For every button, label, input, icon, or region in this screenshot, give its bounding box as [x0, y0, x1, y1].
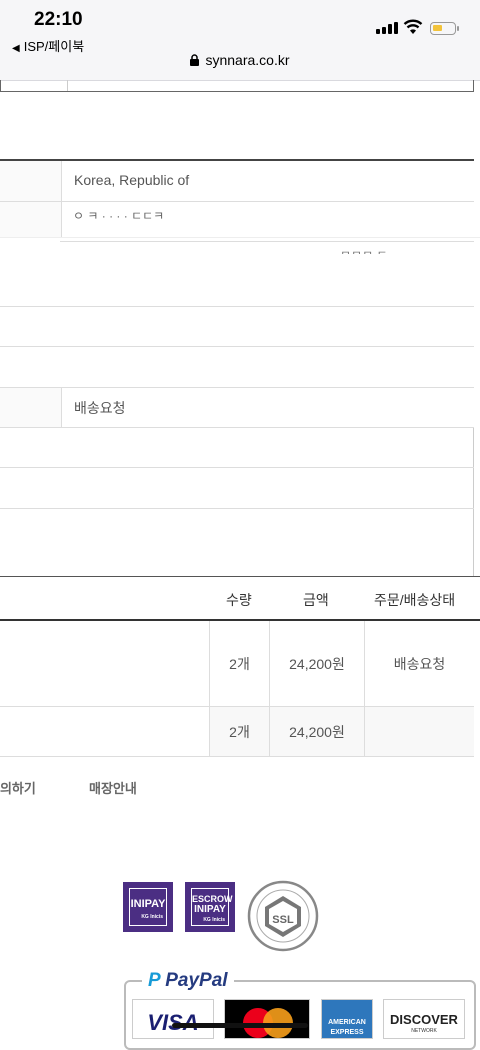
row-divider	[60, 241, 474, 242]
total-amount: 24,200원	[269, 707, 364, 756]
delivery-status-value: 배송요청	[74, 400, 126, 416]
row-label-cell	[0, 202, 62, 238]
row-divider	[0, 306, 474, 307]
paypal-logo: P PayPal	[142, 970, 234, 992]
delivery-status-row: 배송요청	[0, 387, 474, 428]
row-status: 배송요청	[364, 621, 474, 706]
battery-icon	[430, 22, 459, 35]
header-qty: 수량	[226, 592, 252, 608]
browser-status-bar: 22:10 ◀ ISP/페이북 synnara.co.kr	[0, 0, 480, 81]
total-status	[364, 707, 474, 756]
paypal-text: PayPal	[165, 970, 228, 991]
header-amount: 금액	[303, 592, 329, 608]
amex-line1: AMERICAN	[328, 1019, 366, 1026]
wifi-icon	[403, 19, 423, 34]
table-total-row: 2개 24,200원	[0, 707, 474, 757]
mastercard-logo	[224, 999, 310, 1039]
amex-line2: EXPRESS	[330, 1029, 364, 1036]
inipay-title: INIPAY	[130, 898, 166, 910]
row-divider	[0, 508, 474, 509]
row-amount: 24,200원	[269, 621, 364, 706]
header-status: 주문/배송상태	[374, 592, 456, 608]
form-right-border	[473, 428, 474, 576]
discover-card-logo: DISCOVER NETWORK	[383, 999, 465, 1039]
address-value-garbled: ㅇ ㅋ · · · · ㄷㄷㅋ	[73, 212, 165, 223]
row-divider	[0, 346, 474, 347]
clock: 22:10	[34, 9, 83, 30]
table-row: 2개 24,200원 배송요청	[0, 621, 474, 707]
country-value: Korea, Republic of	[74, 172, 190, 188]
amex-card-logo: AMERICAN EXPRESS	[321, 999, 373, 1039]
visa-card-logo: VISA	[132, 999, 214, 1039]
address-bar[interactable]: synnara.co.kr	[0, 52, 480, 68]
discover-sub: NETWORK	[411, 1028, 437, 1034]
row-divider	[0, 237, 480, 238]
escrow-inipay-logo[interactable]: ESCROW INIPAY KG Inicis	[185, 882, 235, 932]
ssl-label: SSL	[272, 914, 294, 926]
inquiry-link[interactable]: 문의하기	[0, 778, 36, 797]
order-table-header: 수량 금액 주문/배송상태	[0, 576, 480, 621]
ssl-security-badge[interactable]: SSL	[247, 880, 319, 952]
inipay-logo[interactable]: INIPAY KG Inicis	[123, 882, 173, 932]
inipay-sub: KG Inicis	[141, 914, 163, 920]
discover-text: DISCOVER	[390, 1012, 458, 1027]
address-row	[0, 202, 474, 238]
total-qty: 2개	[209, 707, 269, 756]
form-box-top	[0, 80, 474, 92]
url-text: synnara.co.kr	[205, 52, 290, 68]
escrow-line1: ESCROW	[192, 894, 233, 904]
row-qty: 2개	[209, 621, 269, 706]
address-suffix-garbled: ㅁㅁㅁ ㄷ	[340, 246, 388, 254]
lock-icon	[190, 54, 200, 66]
row-label-cell	[0, 388, 62, 427]
row-divider	[0, 467, 474, 468]
escrow-line2: INIPAY	[194, 904, 226, 915]
store-info-link[interactable]: 매장안내	[89, 778, 137, 797]
home-indicator[interactable]	[172, 1023, 308, 1028]
country-row: Korea, Republic of	[0, 161, 474, 202]
row-label-cell	[0, 161, 62, 201]
paypal-p-icon: P	[148, 970, 160, 991]
escrow-sub: KG Inicis	[203, 917, 225, 923]
